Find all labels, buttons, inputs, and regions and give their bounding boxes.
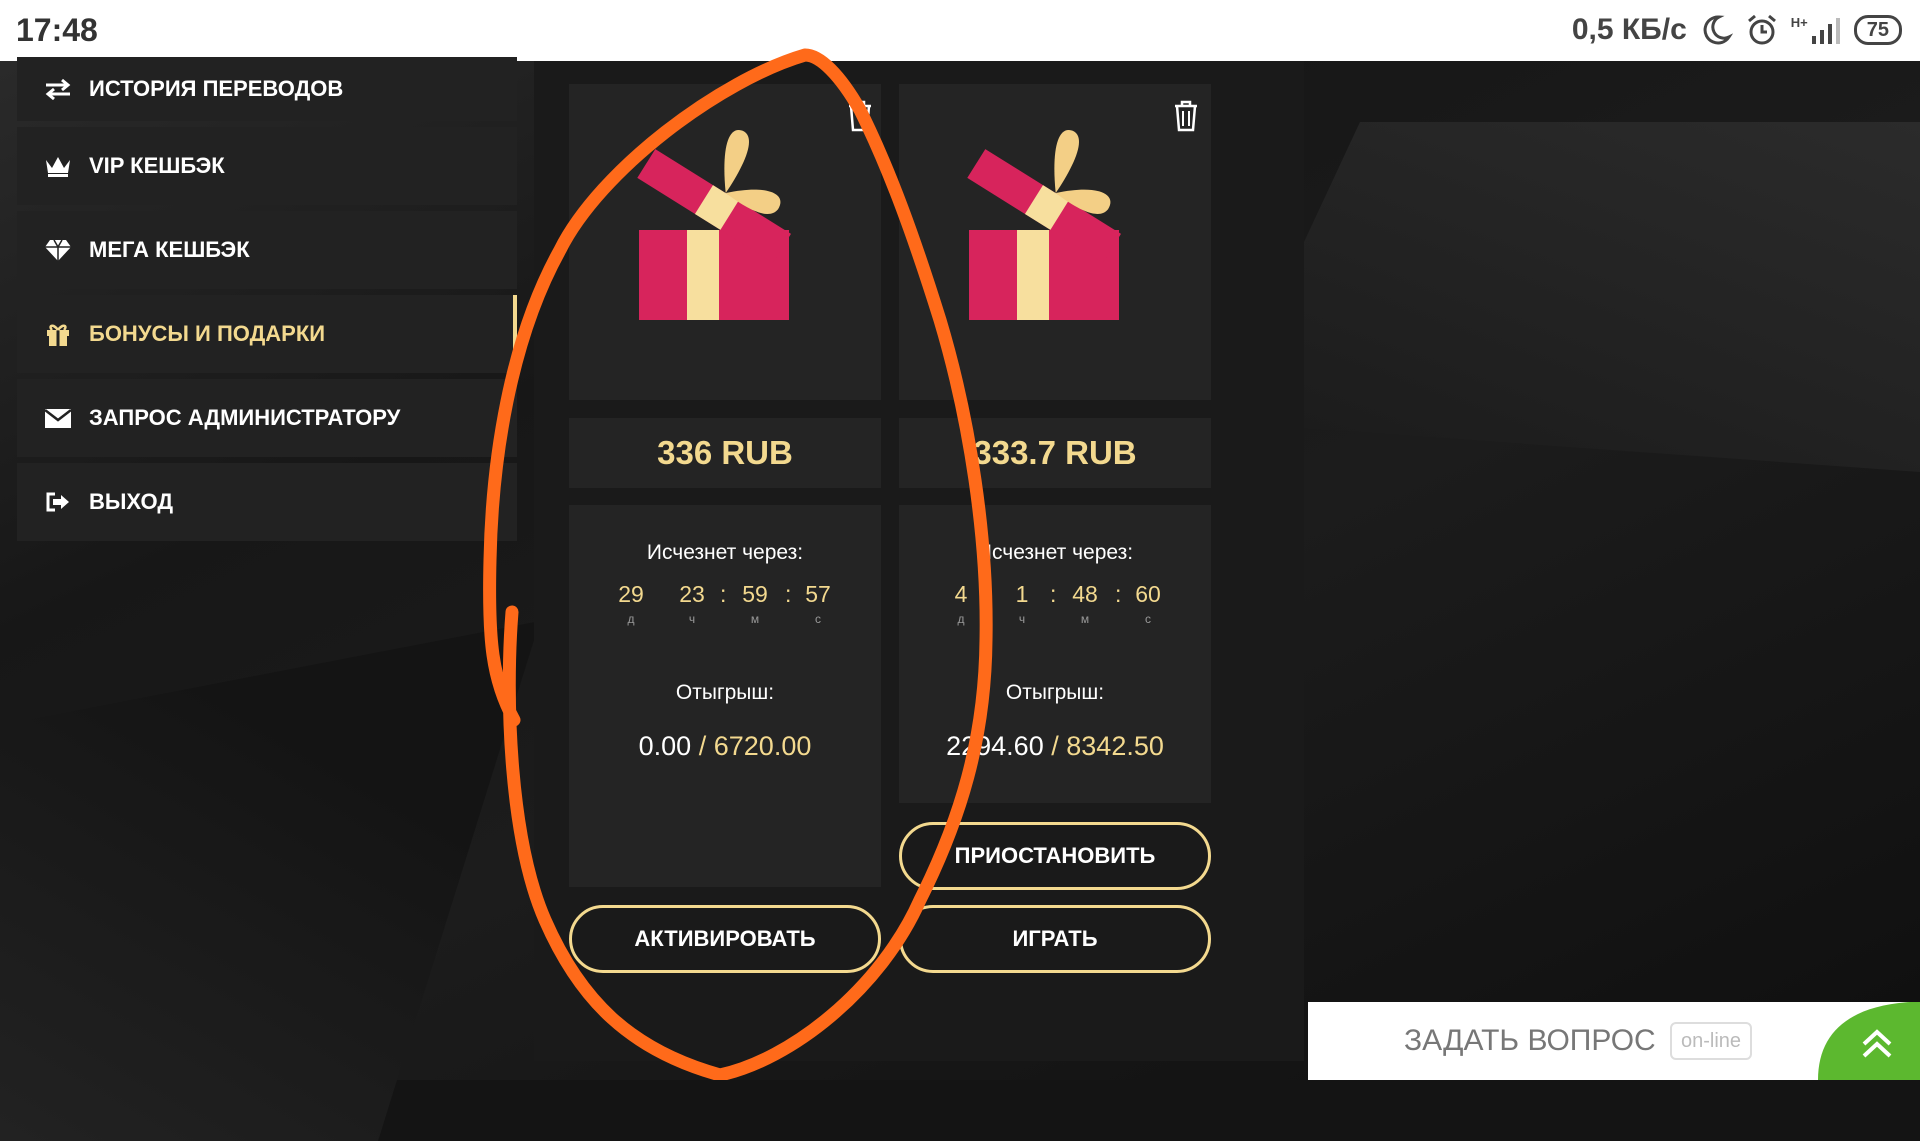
gift-icon bbox=[41, 319, 75, 349]
countdown-timer: 29 д 23 ч : 59 м : 57 с bbox=[569, 581, 881, 631]
diamond-icon bbox=[41, 235, 75, 265]
network-speed: 0,5 КБ/с bbox=[1571, 13, 1687, 46]
gift-box-icon bbox=[637, 130, 791, 320]
bonus-amount: 336 RUB bbox=[569, 418, 881, 488]
sidebar-item-vip-cashback[interactable]: VIP КЕШБЭК bbox=[17, 127, 517, 205]
timer-hours: 1 bbox=[1015, 581, 1029, 607]
bonus-details: Исчезнет через: 29 д 23 ч : 59 м : 57 с Отыг… bbox=[569, 505, 881, 887]
signal-icon: H+ bbox=[1791, 16, 1842, 44]
sidebar-item-label: ИСТОРИЯ ПЕРЕВОДОВ bbox=[89, 76, 344, 101]
envelope-icon bbox=[41, 403, 75, 433]
network-type: H+ bbox=[1790, 15, 1808, 30]
timer-minutes: 59 bbox=[742, 581, 768, 607]
timer-unit-minutes: м bbox=[1080, 612, 1090, 626]
sidebar-item-label: VIP КЕШБЭК bbox=[89, 153, 225, 178]
wager-done: 0.00 bbox=[638, 731, 692, 761]
timer-unit-days: д bbox=[957, 612, 965, 626]
timer-unit-seconds: с bbox=[815, 612, 821, 626]
sidebar-item-label: МЕГА КЕШБЭК bbox=[89, 237, 250, 262]
trash-icon[interactable] bbox=[1172, 100, 1200, 132]
play-button[interactable]: ИГРАТЬ bbox=[899, 905, 1211, 973]
timer-unit-seconds: с bbox=[1145, 612, 1151, 626]
chat-widget[interactable]: ЗАДАТЬ ВОПРОС on-line bbox=[1308, 1002, 1920, 1080]
bonus-card-image bbox=[899, 84, 1211, 400]
sidebar-item-logout[interactable]: ВЫХОД bbox=[17, 463, 517, 541]
status-bar: 17:48 0,5 КБ/с H+ 75 bbox=[0, 0, 1920, 61]
gift-box-icon bbox=[967, 130, 1121, 320]
timer-unit-hours: ч bbox=[1018, 612, 1026, 626]
countdown-timer: 4д 1ч : 48 м : 60 с bbox=[899, 581, 1211, 631]
bonus-details: Исчезнет через: 4д 1ч : 48 м : 60 с Отыгры… bbox=[899, 505, 1211, 803]
wager-total: 8342.50 bbox=[1066, 731, 1164, 761]
wager-total: 6720.00 bbox=[713, 731, 812, 761]
expiry-label: Исчезнет через: bbox=[646, 541, 804, 564]
sidebar-item-label: ЗАПРОС АДМИНИСТРАТОРУ bbox=[89, 405, 401, 430]
wager-label: Отыгрыш: bbox=[1005, 681, 1105, 704]
wager-separator: / bbox=[1051, 731, 1059, 761]
sidebar-item-transfer-history[interactable]: ИСТОРИЯ ПЕРЕВОДОВ bbox=[17, 57, 517, 121]
transfer-arrows-icon bbox=[41, 74, 75, 104]
expiry-label: Исчезнет через: bbox=[976, 541, 1134, 564]
timer-unit-days: д bbox=[627, 612, 635, 626]
timer-minutes: 48 bbox=[1072, 581, 1098, 607]
wager-done: 2294.60 bbox=[946, 731, 1044, 761]
crown-icon bbox=[41, 151, 75, 181]
timer-seconds: 60 bbox=[1135, 581, 1161, 607]
sidebar-item-label: БОНУСЫ И ПОДАРКИ bbox=[89, 321, 326, 346]
timer-unit-hours: ч bbox=[688, 612, 696, 626]
wager-label: Отыгрыш: bbox=[675, 681, 775, 704]
sidebar-item-bonuses-gifts[interactable]: БОНУСЫ И ПОДАРКИ bbox=[17, 295, 517, 373]
pause-button[interactable]: ПРИОСТАНОВИТЬ bbox=[899, 822, 1211, 890]
timer-hours: 23 bbox=[679, 581, 705, 607]
online-badge: on-line bbox=[1670, 1022, 1752, 1060]
timer-days: 4 bbox=[954, 581, 968, 607]
expand-chat-icon[interactable] bbox=[1800, 1002, 1920, 1080]
sidebar-item-mega-cashback[interactable]: МЕГА КЕШБЭК bbox=[17, 211, 517, 289]
bonus-amount: 333.7 RUB bbox=[899, 418, 1211, 488]
wager-separator: / bbox=[698, 731, 707, 761]
timer-seconds: 57 bbox=[805, 581, 831, 607]
alarm-icon bbox=[1747, 14, 1776, 45]
status-icons: 0,5 КБ/с H+ 75 bbox=[1572, 10, 1902, 50]
wager-progress: 0.00 / 6720.00 bbox=[569, 731, 881, 762]
bonus-card-image bbox=[569, 84, 881, 400]
chat-label: ЗАДАТЬ ВОПРОС bbox=[1404, 1024, 1656, 1057]
activate-button[interactable]: АКТИВИРОВАТЬ bbox=[569, 905, 881, 973]
trash-icon[interactable] bbox=[846, 100, 874, 132]
sidebar-menu: ИСТОРИЯ ПЕРЕВОДОВ VIP КЕШБЭК МЕГА КЕШБЭК… bbox=[17, 57, 517, 547]
timer-days: 29 bbox=[618, 581, 644, 607]
timer-unit-minutes: м bbox=[750, 612, 760, 626]
moon-icon bbox=[1703, 15, 1733, 45]
sidebar-item-admin-request[interactable]: ЗАПРОС АДМИНИСТРАТОРУ bbox=[17, 379, 517, 457]
wager-progress: 2294.60 / 8342.50 bbox=[899, 731, 1211, 762]
sidebar-item-label: ВЫХОД bbox=[89, 489, 174, 514]
status-time: 17:48 bbox=[16, 12, 98, 48]
battery-indicator: 75 bbox=[1853, 15, 1902, 45]
logout-icon bbox=[41, 487, 75, 517]
